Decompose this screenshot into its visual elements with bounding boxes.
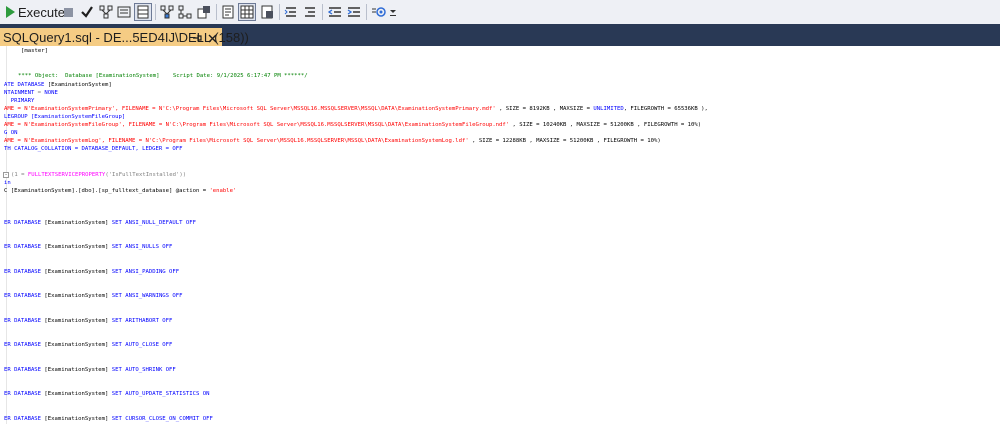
code-line: ER DATABASE [ExaminationSystem] SET AUTO… (4, 367, 176, 373)
code-line: ER DATABASE [ExaminationSystem] SET ANSI… (4, 220, 196, 226)
code-line: PRIMARY (4, 98, 35, 104)
code-line: ER DATABASE [ExaminationSystem] SET AUTO… (4, 391, 210, 397)
code-line: [master] (21, 48, 48, 54)
query-toolbar: Execute (0, 0, 1000, 25)
comment-lines-icon[interactable] (283, 3, 299, 21)
code-line: ATE DATABASE [ExaminationSystem] (4, 82, 112, 88)
decrease-indent-icon[interactable] (327, 3, 343, 21)
toolbar-options-dropdown-icon[interactable] (387, 3, 399, 21)
results-to-text-icon[interactable] (220, 3, 236, 21)
parse-checkmark-icon[interactable] (79, 3, 95, 21)
close-icon[interactable] (207, 31, 218, 43)
code-line: in (4, 180, 11, 186)
collapse-region-icon[interactable]: - (3, 172, 9, 178)
cancel-query-icon[interactable] (62, 3, 74, 21)
code-line: AME = N'ExaminationSystemFileGroup', FIL… (4, 122, 702, 128)
code-line: **** Object: Database [ExaminationSystem… (18, 73, 308, 79)
code-line: ER DATABASE [ExaminationSystem] SET ANSI… (4, 269, 180, 275)
code-line: (1 = FULLTEXTSERVICEPROPERTY('IsFullText… (11, 172, 187, 178)
code-line: LEGROUP [ExaminationSystemFileGroup] (4, 114, 126, 120)
code-line: AME = N'ExaminationSystemPrimary', FILEN… (4, 106, 708, 112)
results-to-grid-icon[interactable] (134, 3, 152, 21)
code-line: ER DATABASE [ExaminationSystem] SET ANSI… (4, 244, 173, 250)
code-line: ER DATABASE [ExaminationSystem] SET AUTO… (4, 342, 173, 348)
specify-template-values-icon[interactable] (370, 3, 386, 21)
include-actual-plan-icon[interactable] (159, 3, 175, 21)
query-options-icon[interactable] (116, 3, 132, 21)
code-line: ER DATABASE [ExaminationSystem] SET CURS… (4, 416, 213, 422)
results-grid-view-icon[interactable] (238, 3, 256, 21)
live-query-statistics-icon[interactable] (177, 3, 193, 21)
code-line: TH CATALOG_COLLATION = DATABASE_DEFAULT,… (4, 146, 183, 152)
code-line: C [ExaminationSystem].[dbo].[sp_fulltext… (4, 188, 237, 194)
code-line: ER DATABASE [ExaminationSystem] SET ARIT… (4, 318, 173, 324)
code-line: ER DATABASE [ExaminationSystem] SET ANSI… (4, 293, 183, 299)
sql-editor[interactable]: - [master] **** Object: Database [Examin… (0, 46, 1000, 424)
client-statistics-icon[interactable] (196, 3, 212, 21)
increase-indent-icon[interactable] (346, 3, 362, 21)
tab-sqlquery1[interactable]: SQLQuery1.sql - DE...5ED4IJ\DELL (158)) (0, 28, 249, 46)
execute-button[interactable]: Execute (18, 3, 65, 21)
execute-icon[interactable] (2, 3, 18, 21)
code-line: NTAINMENT = NONE (4, 90, 58, 96)
results-to-file-icon[interactable] (259, 3, 275, 21)
display-estimated-plan-icon[interactable] (98, 3, 114, 21)
code-line: G ON (4, 130, 18, 136)
pin-icon[interactable] (191, 31, 203, 43)
code-line: AME = N'ExaminationSystemLog', FILENAME … (4, 138, 661, 144)
execute-label: Execute (18, 4, 65, 20)
uncomment-lines-icon[interactable] (302, 3, 318, 21)
document-tab-strip: SQLQuery1.sql - DE...5ED4IJ\DELL (158)) (0, 24, 1000, 46)
